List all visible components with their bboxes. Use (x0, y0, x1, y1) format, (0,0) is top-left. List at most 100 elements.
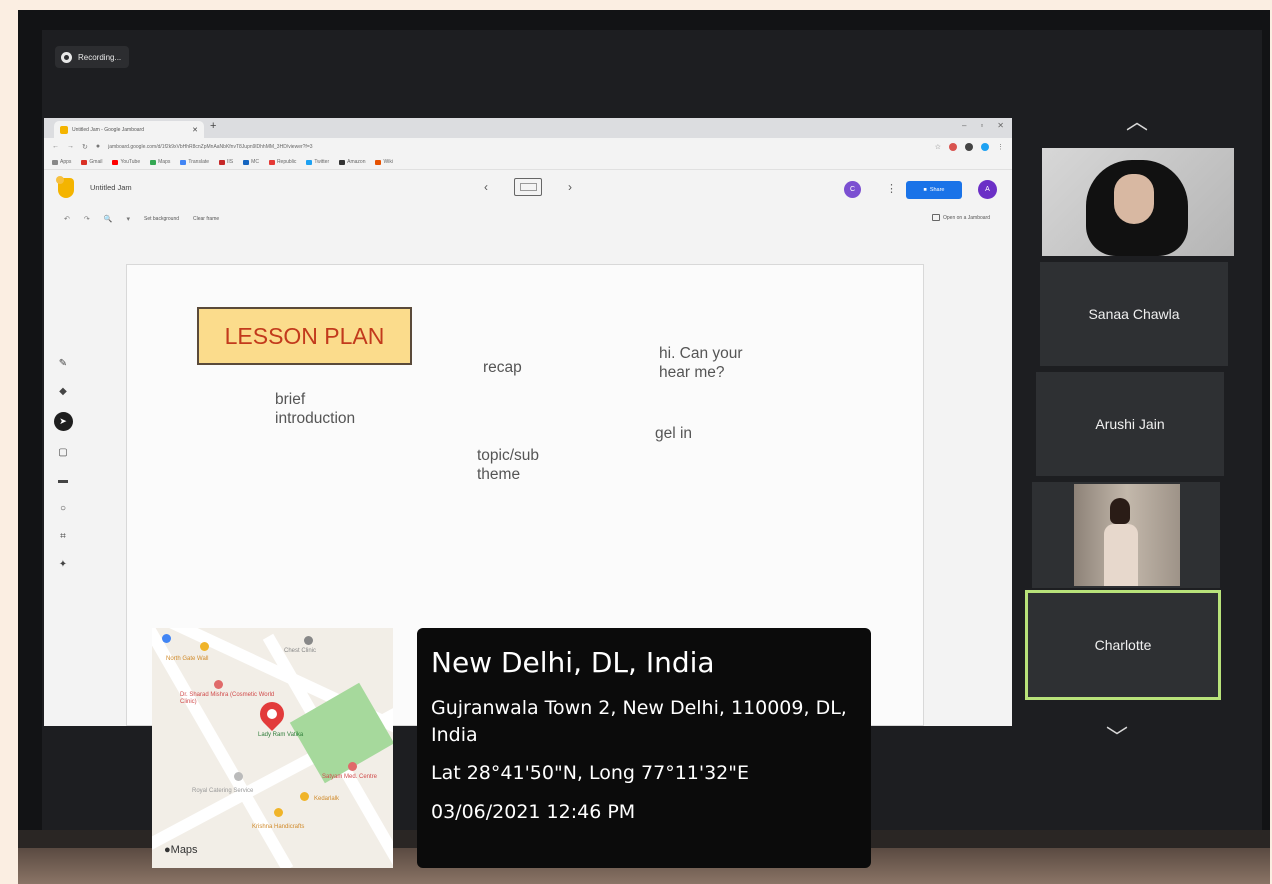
laser-tool-icon[interactable]: ✦ (55, 557, 71, 571)
medical-icon (214, 680, 223, 689)
bookmark-gmail[interactable]: Gmail (81, 159, 102, 165)
redo-icon[interactable]: ↷ (84, 215, 90, 223)
participant-tile-sanaa[interactable]: Sanaa Chawla (1040, 262, 1228, 366)
wiki-icon (375, 159, 382, 165)
translate-icon (180, 159, 187, 165)
bookmark-apps[interactable]: Apps (52, 159, 71, 165)
participant-name: Charlotte (1094, 637, 1152, 653)
participant-name: Sanaa Chawla (1088, 306, 1180, 322)
sticky-note-tool-icon[interactable]: ▢ (55, 445, 71, 459)
participant-video-self[interactable] (1042, 148, 1234, 256)
apple-maps-logo: ●Maps (164, 844, 198, 856)
open-on-jamboard-button[interactable]: Open on a Jamboard (932, 214, 990, 221)
participant-video-2[interactable] (1032, 482, 1220, 588)
next-frame-icon[interactable]: › (568, 180, 572, 194)
location-city: New Delhi, DL, India (431, 646, 715, 679)
reload-icon[interactable]: ↻ (82, 143, 88, 151)
poi-label: North Gate Wall (166, 656, 209, 662)
location-dot-icon (162, 634, 171, 643)
youtube-icon (112, 159, 119, 165)
bookmark-maps[interactable]: Maps (150, 159, 170, 165)
service-icon (234, 772, 243, 781)
address-bar: ← → ↻ ● jamboard.google.com/d/1f2k9xVbHh… (44, 138, 1012, 155)
set-background-button[interactable]: Set background (144, 216, 179, 222)
bookmark-wiki[interactable]: Wiki (375, 159, 393, 165)
location-info-box: New Delhi, DL, India Gujranwala Town 2, … (417, 628, 871, 868)
lock-share-icon: ■ (923, 187, 927, 193)
browser-tab[interactable]: Untitled Jam - Google Jamboard ✕ (54, 121, 204, 138)
note-hi-can-you-hear-me[interactable]: hi. Can your hear me? (659, 345, 743, 382)
profile-icon[interactable] (981, 142, 989, 151)
browser-tab-bar: Untitled Jam - Google Jamboard ✕ + – ▫ ✕ (44, 118, 1012, 138)
gmail-icon (81, 159, 88, 165)
bookmarks-bar: Apps Gmail YouTube Maps Translate IIS MC… (44, 155, 1012, 170)
lesson-plan-sticky[interactable]: LESSON PLAN (197, 307, 412, 365)
forward-icon[interactable]: → (67, 143, 74, 150)
maps-icon (150, 159, 157, 165)
url-input[interactable]: jamboard.google.com/d/1f2k9xVbHhR8cnZpMn… (108, 144, 927, 150)
recording-indicator: Recording... (55, 46, 130, 68)
bookmark-mc[interactable]: MC (243, 159, 259, 165)
star-icon[interactable]: ☆ (935, 143, 941, 151)
puzzle-icon[interactable] (965, 142, 973, 151)
zoom-icon[interactable]: 🔍 (104, 215, 113, 223)
note-recap[interactable]: recap (483, 359, 522, 378)
close-tab-icon[interactable]: ✕ (192, 126, 198, 134)
frame-bar-button[interactable] (514, 178, 542, 196)
poi-label: Chest Clinic (284, 648, 317, 654)
bookmark-amazon[interactable]: Amazon (339, 159, 365, 165)
apps-grid-icon (52, 159, 58, 165)
participant-tile-arushi[interactable]: Arushi Jain (1036, 372, 1224, 476)
back-icon[interactable]: ← (52, 143, 59, 150)
republic-icon (268, 159, 275, 165)
collaborator-avatar[interactable]: C (844, 181, 861, 198)
shop-icon (274, 808, 283, 817)
clear-frame-button[interactable]: Clear frame (193, 216, 219, 222)
restaurant-icon (200, 642, 209, 651)
location-address: Gujranwala Town 2, New Delhi, 110009, DL… (431, 697, 847, 746)
previous-frame-icon[interactable]: ‹ (484, 180, 488, 194)
close-window-icon[interactable]: ✕ (997, 121, 1004, 130)
record-icon (61, 51, 72, 63)
recording-label: Recording... (78, 52, 122, 62)
document-title[interactable]: Untitled Jam (90, 183, 132, 192)
jamboard-logo-icon (56, 176, 74, 198)
circle-tool-icon[interactable]: ○ (55, 501, 71, 515)
note-brief-introduction[interactable]: brief introduction (275, 391, 355, 428)
tool-rail: ✎ ◆ ➤ ▢ ▬ ○ ⌗ ✦ (52, 356, 74, 571)
bookmark-youtube[interactable]: YouTube (112, 159, 140, 165)
maximize-icon[interactable]: ▫ (980, 121, 983, 130)
frame-navigator: ‹ › (484, 178, 572, 196)
undo-icon[interactable]: ↶ (64, 215, 70, 223)
text-box-tool-icon[interactable]: ⌗ (55, 529, 71, 543)
bookmark-iis[interactable]: IIS (219, 159, 233, 165)
image-tool-icon[interactable]: ▬ (55, 473, 71, 487)
poi-label: Kedarlalk (314, 796, 340, 802)
share-button[interactable]: ■ Share (906, 181, 962, 199)
note-topic-sub-theme[interactable]: topic/sub theme (477, 447, 539, 484)
apple-icon: ● (164, 844, 171, 856)
bookmark-republic[interactable]: Republic (268, 159, 296, 165)
zoom-dropdown-icon[interactable]: ▾ (126, 215, 130, 223)
scroll-down-icon[interactable]: ﹀ (1106, 720, 1128, 752)
menu-dots-icon[interactable]: ⋮ (997, 143, 1004, 151)
poi-label: Lady Ram Vatika (258, 732, 304, 738)
tab-title: Untitled Jam - Google Jamboard (72, 126, 144, 133)
bookmark-translate[interactable]: Translate (180, 159, 209, 165)
new-tab-icon[interactable]: + (210, 120, 216, 132)
note-gel-in[interactable]: gel in (655, 425, 692, 444)
eraser-tool-icon[interactable]: ◆ (55, 384, 71, 398)
extension-icon[interactable] (949, 142, 957, 151)
minimize-icon[interactable]: – (962, 121, 966, 130)
bookmark-twitter[interactable]: Twitter (306, 159, 329, 165)
shop-icon (300, 792, 309, 801)
lock-icon: ● (95, 143, 101, 150)
account-avatar[interactable]: A (978, 180, 997, 199)
medical-icon (348, 762, 357, 771)
scroll-up-icon[interactable]: ︿ (1126, 104, 1148, 136)
more-options-icon[interactable]: ⋮ (886, 182, 897, 195)
participant-tile-charlotte[interactable]: Charlotte (1025, 590, 1221, 700)
select-tool-icon[interactable]: ➤ (53, 412, 73, 431)
pen-tool-icon[interactable]: ✎ (55, 356, 71, 370)
jamboard-toolbar: ↶ ↷ 🔍 ▾ Set background Clear frame Open … (44, 210, 1012, 228)
